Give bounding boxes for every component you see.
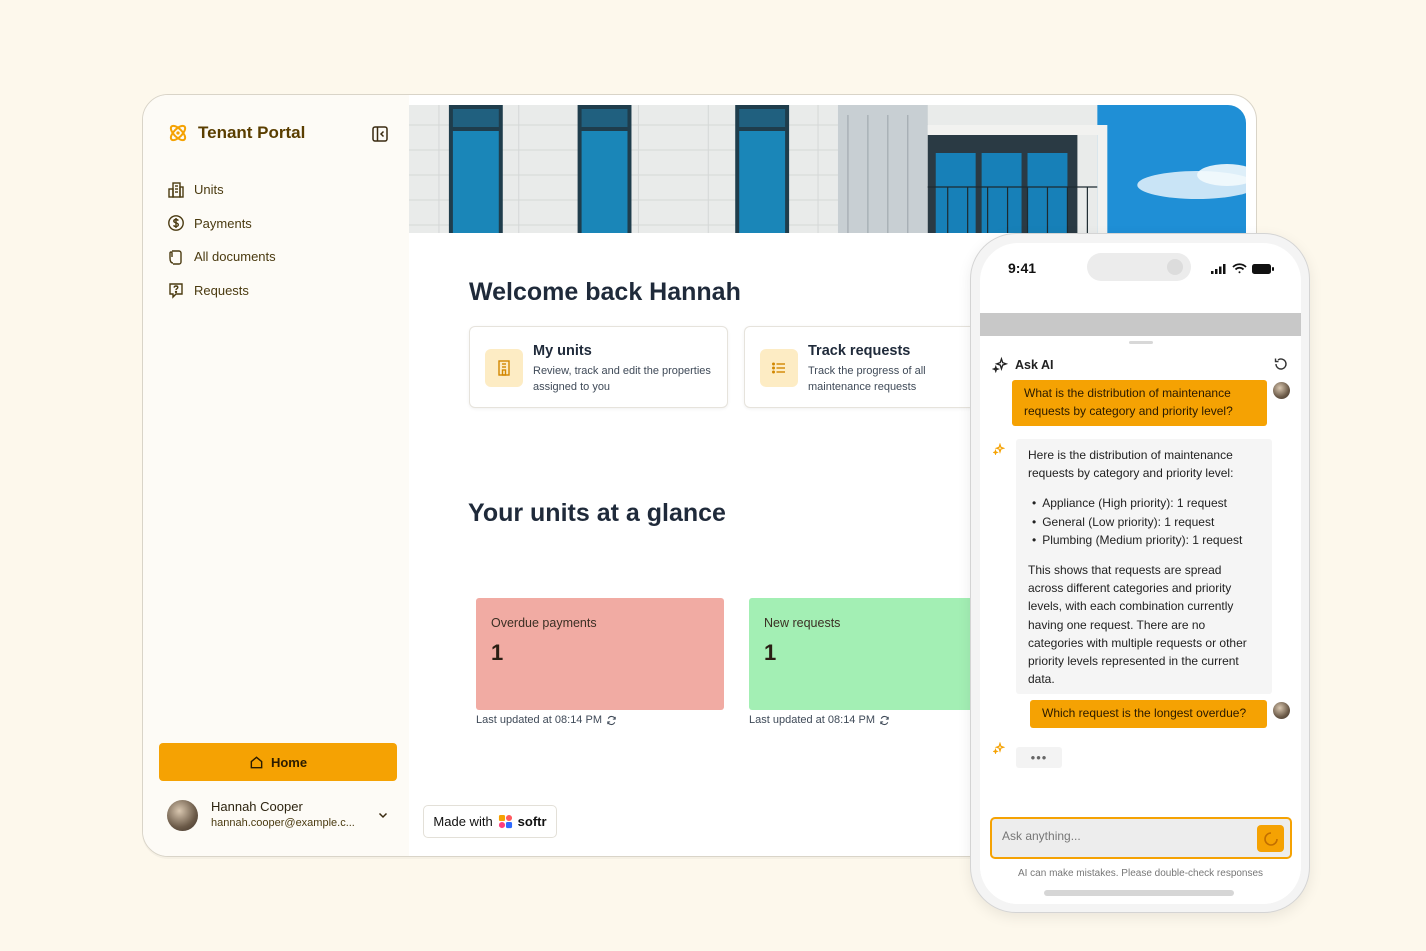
brand[interactable]: Tenant Portal xyxy=(167,122,305,144)
sidebar-item-requests[interactable]: Requests xyxy=(167,274,276,308)
softr-brand-text: softr xyxy=(517,814,547,829)
track-requests-card[interactable]: Track requests Track the progress of all… xyxy=(744,326,1003,408)
user-message: What is the distribution of maintenance … xyxy=(1012,380,1267,426)
sparkles-icon xyxy=(992,356,1009,373)
message-intro: Here is the distribution of maintenance … xyxy=(1028,448,1234,481)
question-bubble-icon xyxy=(169,283,183,299)
dollar-circle-icon xyxy=(168,215,184,232)
home-button-label: Home xyxy=(270,754,308,770)
dynamic-island xyxy=(1087,253,1191,281)
chat-input[interactable] xyxy=(1002,829,1242,843)
home-indicator[interactable] xyxy=(1044,890,1234,896)
card-title: Track requests xyxy=(808,343,911,359)
home-button[interactable]: Home xyxy=(159,743,397,781)
chat-header: Ask AI xyxy=(992,356,1053,373)
typing-indicator: ••• xyxy=(1016,747,1062,768)
building-icon xyxy=(498,360,510,376)
my-units-card[interactable]: My units Review, track and edit the prop… xyxy=(469,326,728,408)
phone-frame: 9:41 Ask AI What is the distribution of … xyxy=(970,233,1310,913)
stat-label: New requests xyxy=(764,616,841,630)
hero-banner-image xyxy=(409,105,1246,233)
last-updated-text: Last updated at 08:14 PM xyxy=(749,714,875,726)
sidebar-item-all-documents[interactable]: All documents xyxy=(167,240,276,274)
card-icon-container xyxy=(485,349,523,387)
refresh-icon[interactable] xyxy=(879,715,890,726)
app-title: Tenant Portal xyxy=(198,123,306,142)
assistant-message: Here is the distribution of maintenance … xyxy=(1016,439,1272,695)
ai-disclaimer: AI can make mistakes. Please double-chec… xyxy=(1017,868,1264,879)
chat-input-box xyxy=(990,817,1292,859)
chevron-down-icon[interactable] xyxy=(377,809,389,821)
stat-value: 1 xyxy=(491,640,504,665)
sidebar-item-units[interactable]: Units xyxy=(167,173,276,207)
building-icon xyxy=(168,182,184,198)
bullet-item: Plumbing (Medium priority): 1 request xyxy=(1032,531,1260,549)
reset-chat-icon[interactable] xyxy=(1273,356,1289,372)
message-text: What is the distribution of maintenance … xyxy=(1024,386,1233,418)
card-description: Track the progress of all maintenance re… xyxy=(808,365,926,393)
ai-chat-sheet: Ask AI What is the distribution of maint… xyxy=(980,336,1301,904)
send-button[interactable] xyxy=(1257,825,1284,852)
user-email: hannah.cooper@example.c... xyxy=(211,817,355,829)
card-title: My units xyxy=(533,343,592,359)
sidebar-item-label: Payments xyxy=(194,215,252,231)
message-outro: This shows that requests are spread acro… xyxy=(1028,563,1247,687)
section-title: Your units at a glance xyxy=(468,499,726,527)
drag-handle[interactable] xyxy=(1129,341,1153,344)
card-description: Review, track and edit the properties as… xyxy=(533,365,711,393)
document-hand-icon xyxy=(169,250,182,265)
sidebar-nav: Units Payments All documents Requests xyxy=(167,173,276,307)
refresh-icon[interactable] xyxy=(606,715,617,726)
new-requests-stat[interactable]: New requests 1 xyxy=(749,598,997,710)
made-with-text: Made with xyxy=(433,814,493,829)
list-icon xyxy=(772,362,785,374)
sidebar-item-label: Requests xyxy=(194,282,249,298)
last-updated: Last updated at 08:14 PM xyxy=(749,714,890,726)
ai-sparkle-icon xyxy=(993,742,1005,754)
user-name: Hannah Cooper xyxy=(211,799,303,814)
home-icon xyxy=(250,755,263,768)
made-with-softr-badge[interactable]: Made with softr xyxy=(423,805,557,838)
stat-value: 1 xyxy=(764,640,777,665)
last-updated-text: Last updated at 08:14 PM xyxy=(476,714,602,726)
user-profile[interactable]: Hannah Cooper hannah.cooper@example.c... xyxy=(167,797,389,833)
avatar xyxy=(1273,382,1290,399)
phone-screen: 9:41 Ask AI What is the distribution of … xyxy=(980,243,1301,904)
avatar xyxy=(1273,702,1290,719)
ai-sparkle-icon xyxy=(993,443,1005,455)
sidebar-item-payments[interactable]: Payments xyxy=(167,207,276,241)
message-text: Which request is the longest overdue? xyxy=(1042,706,1247,720)
card-icon-container xyxy=(760,349,798,387)
status-time: 9:41 xyxy=(1008,260,1037,276)
sidebar-item-label: All documents xyxy=(194,249,276,265)
battery-icon xyxy=(1252,263,1274,274)
message-bullets: Appliance (High priority): 1 request Gen… xyxy=(1032,494,1260,549)
loading-spinner-icon xyxy=(1263,831,1278,846)
sidebar-item-label: Units xyxy=(194,182,224,198)
wifi-icon xyxy=(1232,263,1247,274)
chat-title: Ask AI xyxy=(1015,357,1054,372)
overdue-payments-stat[interactable]: Overdue payments 1 xyxy=(476,598,724,710)
sidebar: Tenant Portal Units Payments All documen… xyxy=(143,95,409,856)
softr-logo-icon xyxy=(498,814,512,829)
bullet-item: Appliance (High priority): 1 request xyxy=(1032,494,1260,512)
stat-label: Overdue payments xyxy=(491,616,597,630)
signal-icon xyxy=(1211,263,1226,274)
status-icons xyxy=(1211,263,1274,274)
user-message: Which request is the longest overdue? xyxy=(1030,700,1267,728)
page-title: Welcome back Hannah xyxy=(469,278,741,306)
last-updated: Last updated at 08:14 PM xyxy=(476,714,617,726)
avatar xyxy=(167,799,198,831)
bullet-item: General (Low priority): 1 request xyxy=(1032,513,1260,531)
collapse-sidebar-icon[interactable] xyxy=(371,125,389,143)
atom-logo-icon xyxy=(169,124,187,142)
backdrop-bar xyxy=(980,313,1301,336)
